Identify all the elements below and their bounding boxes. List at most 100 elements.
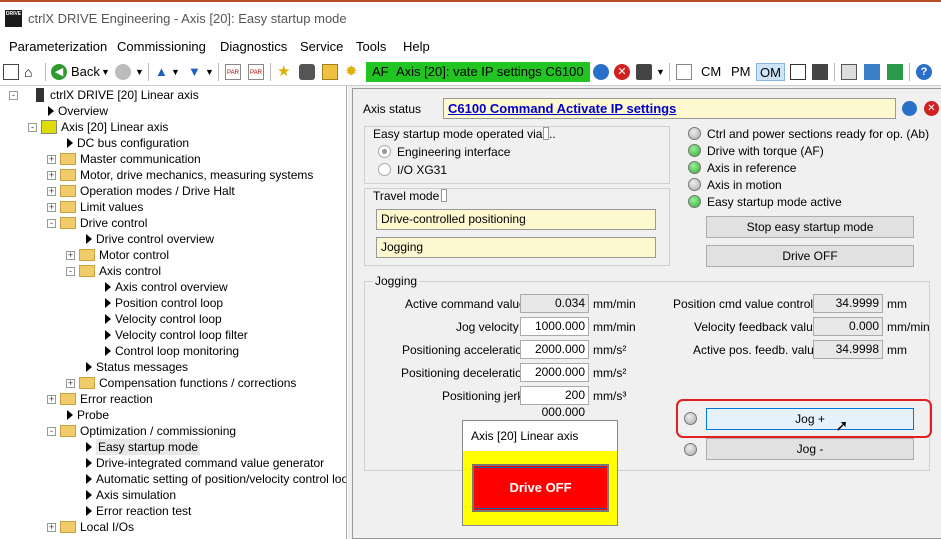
tree-item[interactable]: Local I/Os [80,519,134,535]
travel-mode-drive-controlled[interactable]: Drive-controlled positioning [376,209,656,230]
stop-easy-startup-button[interactable]: Stop easy startup mode [706,216,914,238]
tree-item[interactable]: Error reaction [80,391,153,407]
tree-item[interactable]: Status messages [96,359,188,375]
jog-minus-button[interactable]: Jog - [706,438,914,460]
active-pos-feedback-label: Active pos. feedb. value [693,343,821,357]
network-icon[interactable] [841,64,857,80]
menu-commissioning[interactable]: Commissioning [117,39,206,54]
radio-io-xg31[interactable] [378,163,391,176]
tree-item[interactable]: Position control loop [115,295,223,311]
positioning-acceleration-input[interactable]: 2000.000 [520,340,589,359]
back-arrow-icon[interactable]: ◀ [51,64,67,80]
star-alert-icon[interactable]: ✹ [345,63,358,81]
collapse-icon[interactable]: - [47,427,56,436]
tree-item[interactable]: Axis control overview [115,279,228,295]
up-arrow-icon[interactable]: ▲ [155,63,168,81]
monitor-icon[interactable] [790,64,806,80]
menu-help[interactable]: Help [403,39,430,54]
calendar-icon[interactable] [322,64,338,80]
tree-item[interactable]: Control loop monitoring [115,343,239,359]
axis-status-value[interactable]: C6100 Command Activate IP settings [443,98,896,119]
parameter-file-icon[interactable]: PAR [225,64,241,80]
home-icon[interactable]: ⌂ [24,64,40,80]
device-icon[interactable] [636,64,652,80]
mode-cm-button[interactable]: CM [701,63,721,81]
back-dropdown-icon[interactable]: ▼ [101,63,110,81]
window-icon[interactable] [3,64,19,80]
forward-dropdown-icon[interactable]: ▼ [135,63,144,81]
expand-icon[interactable]: + [47,187,56,196]
tree-item[interactable]: Motor control [99,247,169,263]
tree-item[interactable]: Operation modes / Drive Halt [80,183,235,199]
collapse-icon[interactable]: - [47,219,56,228]
drive-off-button[interactable]: Drive OFF [706,245,914,267]
collapse-icon[interactable]: - [66,267,75,276]
tree-item[interactable]: Axis control [99,263,161,279]
tree-item[interactable]: Motor, drive mechanics, measuring system… [80,167,313,183]
binoculars-icon[interactable] [299,64,315,80]
travel-mode-jogging[interactable]: Jogging [376,237,656,258]
radio-engineering-interface[interactable] [378,145,391,158]
expand-icon[interactable]: + [47,395,56,404]
tree-item[interactable]: Axis simulation [96,487,176,503]
popup-drive-off-button[interactable]: Drive OFF [472,464,609,512]
tree-item[interactable]: Automatic setting of position/velocity c… [96,471,346,487]
tree-item[interactable]: Probe [77,407,109,423]
mode-pm-button[interactable]: PM [731,63,751,81]
error-icon[interactable]: ✕ [924,101,939,116]
expand-icon[interactable]: + [66,251,75,260]
forward-arrow-icon[interactable] [115,64,131,80]
jog-plus-button[interactable]: Jog + [706,408,914,430]
oscilloscope-icon[interactable] [676,64,692,80]
parameter-save-icon[interactable]: PAR [248,64,264,80]
tree-item[interactable]: Optimization / commissioning [80,423,236,439]
tree-item[interactable]: DC bus configuration [77,135,189,151]
tree-item[interactable]: Drive control overview [96,231,214,247]
tree-item[interactable]: Drive-integrated command value generator [96,455,324,471]
expand-icon[interactable]: + [47,171,56,180]
error-icon[interactable]: ✕ [614,64,630,80]
folder-icon [60,393,76,405]
down-arrow-icon[interactable]: ▼ [188,63,201,81]
export-icon[interactable] [887,64,903,80]
menu-diagnostics[interactable]: Diagnostics [220,39,287,54]
info-icon[interactable] [441,189,447,202]
jog-velocity-input[interactable]: 1000.000 [520,317,589,336]
up-dropdown-icon[interactable]: ▼ [171,63,180,81]
device-dropdown-icon[interactable]: ▼ [656,63,665,81]
menu-service[interactable]: Service [300,39,343,54]
positioning-jerk-input[interactable]: 200 000.000 [520,386,589,419]
menu-tools[interactable]: Tools [356,39,386,54]
tree-item[interactable]: Error reaction test [96,503,191,519]
tree-item[interactable]: Axis [20] Linear axis [61,119,168,135]
expand-icon[interactable]: + [47,155,56,164]
tree-item[interactable]: Overview [58,103,108,119]
help-icon[interactable]: ? [916,64,932,80]
collapse-icon[interactable]: - [28,123,37,132]
drive-status-box[interactable]: AF Axis [20]: vate IP settings C6100 Co [366,62,590,82]
globe-icon[interactable] [593,64,609,80]
info-icon[interactable] [543,127,549,140]
expand-icon[interactable]: + [47,203,56,212]
tree-item[interactable]: Limit values [80,199,143,215]
tree-item[interactable]: Velocity control loop filter [115,327,248,343]
tree-item[interactable]: Velocity control loop [115,311,222,327]
tree-icon[interactable] [864,64,880,80]
tree-item[interactable]: Drive control [80,215,147,231]
mode-om-button[interactable]: OM [756,63,785,81]
tree-item[interactable]: ctrlX DRIVE [20] Linear axis [50,87,199,103]
tree-item[interactable]: Master communication [80,151,201,167]
expand-icon[interactable]: + [47,523,56,532]
page-arrow-icon [86,474,92,484]
back-button[interactable]: Back [71,63,100,81]
camera-icon[interactable] [812,64,828,80]
menu-parameterization[interactable]: Parameterization [9,39,107,54]
favorite-star-icon[interactable]: ★ [277,63,290,81]
tree-item[interactable]: Easy startup mode [96,439,201,455]
down-dropdown-icon[interactable]: ▼ [205,63,214,81]
tree-item[interactable]: Compensation functions / corrections [99,375,296,391]
positioning-deceleration-input[interactable]: 2000.000 [520,363,589,382]
collapse-icon[interactable]: - [9,91,18,100]
globe-icon[interactable] [902,101,917,116]
expand-icon[interactable]: + [66,379,75,388]
